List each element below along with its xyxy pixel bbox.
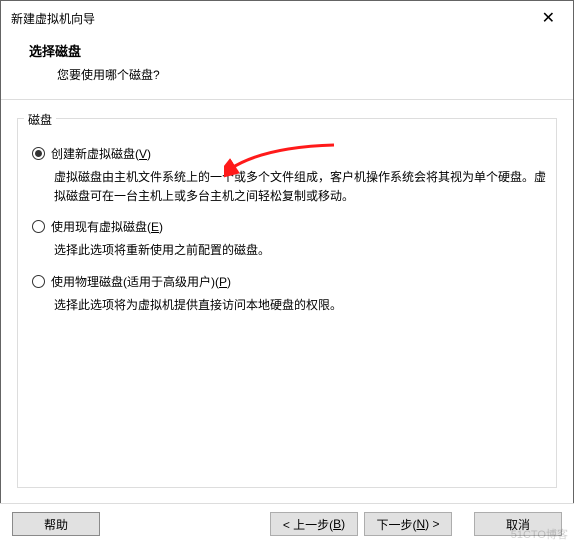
cancel-button[interactable]: 取消 — [474, 512, 562, 536]
option-label: 使用物理磁盘(适用于高级用户)(P) — [51, 273, 231, 290]
option-desc: 选择此选项将重新使用之前配置的磁盘。 — [54, 241, 546, 260]
groupbox-label: 磁盘 — [24, 111, 56, 128]
content-area: 磁盘 创建新虚拟磁盘(V) 虚拟磁盘由主机文件系统上的一个或多个文件组成，客户机… — [1, 100, 573, 488]
option-create-new[interactable]: 创建新虚拟磁盘(V) 虚拟磁盘由主机文件系统上的一个或多个文件组成，客户机操作系… — [32, 145, 546, 206]
option-label: 创建新虚拟磁盘(V) — [51, 145, 151, 162]
step-title: 选择磁盘 — [29, 41, 545, 60]
option-desc: 虚拟磁盘由主机文件系统上的一个或多个文件组成，客户机操作系统会将其视为单个硬盘。… — [54, 168, 546, 206]
option-label: 使用现有虚拟磁盘(E) — [51, 218, 163, 235]
option-use-existing[interactable]: 使用现有虚拟磁盘(E) 选择此选项将重新使用之前配置的磁盘。 — [32, 218, 546, 260]
option-use-physical[interactable]: 使用物理磁盘(适用于高级用户)(P) 选择此选项将为虚拟机提供直接访问本地硬盘的… — [32, 273, 546, 315]
radio-use-physical[interactable] — [32, 275, 45, 288]
title-bar: 新建虚拟机向导 ✕ — [1, 1, 573, 31]
option-desc: 选择此选项将为虚拟机提供直接访问本地硬盘的权限。 — [54, 296, 546, 315]
window-title: 新建虚拟机向导 — [11, 10, 534, 27]
next-button[interactable]: 下一步(N) > — [364, 512, 452, 536]
help-button[interactable]: 帮助 — [12, 512, 100, 536]
step-subtitle: 您要使用哪个磁盘? — [29, 66, 545, 83]
wizard-header: 选择磁盘 您要使用哪个磁盘? — [1, 31, 573, 99]
radio-create-new[interactable] — [32, 147, 45, 160]
back-button[interactable]: < 上一步(B) — [270, 512, 358, 536]
radio-use-existing[interactable] — [32, 220, 45, 233]
disk-groupbox: 磁盘 创建新虚拟磁盘(V) 虚拟磁盘由主机文件系统上的一个或多个文件组成，客户机… — [17, 118, 557, 488]
wizard-footer: 帮助 < 上一步(B) 下一步(N) > 取消 — [0, 503, 574, 548]
close-icon[interactable]: ✕ — [534, 8, 563, 28]
